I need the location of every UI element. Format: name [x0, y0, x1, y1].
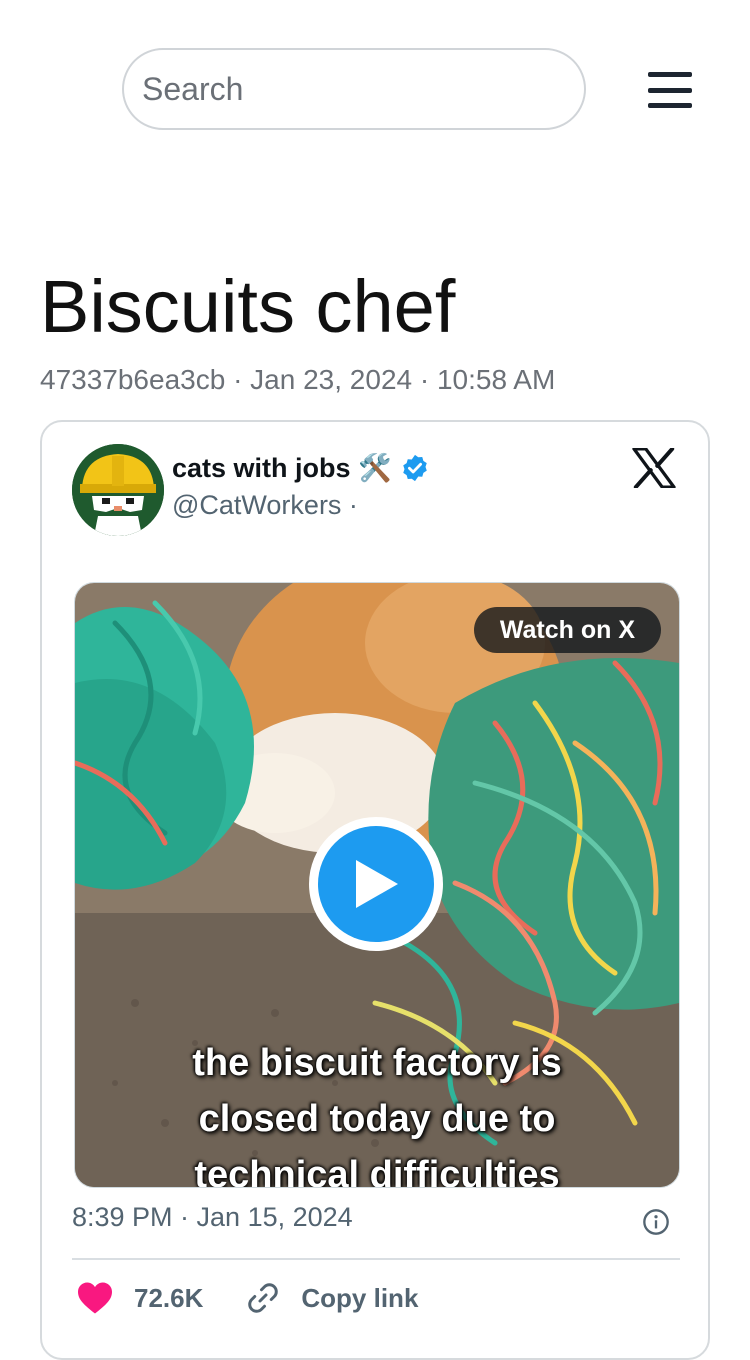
- hamburger-menu-icon[interactable]: [648, 72, 692, 108]
- search-placeholder: Search: [142, 70, 244, 107]
- play-icon: [318, 826, 434, 942]
- author-name[interactable]: cats with jobs 🛠️: [172, 452, 430, 484]
- author-handle[interactable]: @CatWorkers ·: [172, 490, 358, 521]
- x-logo-icon[interactable]: [632, 448, 676, 488]
- page-meta: 47337b6ea3cb · Jan 23, 2024 · 10:58 AM: [40, 364, 556, 395]
- like-button[interactable]: 72.6K: [76, 1281, 203, 1315]
- like-count: 72.6K: [134, 1282, 204, 1313]
- watch-on-x-label: Watch on X: [499, 615, 635, 644]
- page-title: Biscuits chef: [40, 265, 456, 348]
- tweet-timestamp[interactable]: 8:39 PM · Jan 15, 2024: [72, 1202, 353, 1233]
- verified-badge-icon: [402, 454, 427, 482]
- link-icon: [248, 1283, 279, 1313]
- divider: [72, 1258, 680, 1260]
- author-avatar[interactable]: [72, 444, 164, 536]
- tweet-embed-card[interactable]: cats with jobs 🛠️ @CatWorkers · Watch on…: [40, 420, 710, 1360]
- watch-on-x-button[interactable]: Watch on X: [473, 607, 661, 653]
- search-input[interactable]: Search: [122, 48, 586, 130]
- author-name-text: cats with jobs 🛠️: [172, 453, 392, 483]
- copy-link-button[interactable]: Copy link: [245, 1280, 418, 1316]
- caption-line: closed today due to: [198, 1098, 556, 1140]
- tweet-video[interactable]: Watch on X the biscuit factory is closed…: [74, 582, 680, 1188]
- video-caption: the biscuit factory is closed today due …: [75, 1035, 679, 1188]
- tweet-actions: 72.6K Copy link: [76, 1280, 460, 1316]
- play-button[interactable]: [309, 817, 443, 951]
- info-icon[interactable]: [642, 1208, 670, 1236]
- caption-line: the biscuit factory is: [192, 1042, 562, 1084]
- caption-line: technical difficulties: [194, 1154, 560, 1188]
- heart-icon: [78, 1282, 112, 1314]
- copy-link-label: Copy link: [301, 1282, 419, 1313]
